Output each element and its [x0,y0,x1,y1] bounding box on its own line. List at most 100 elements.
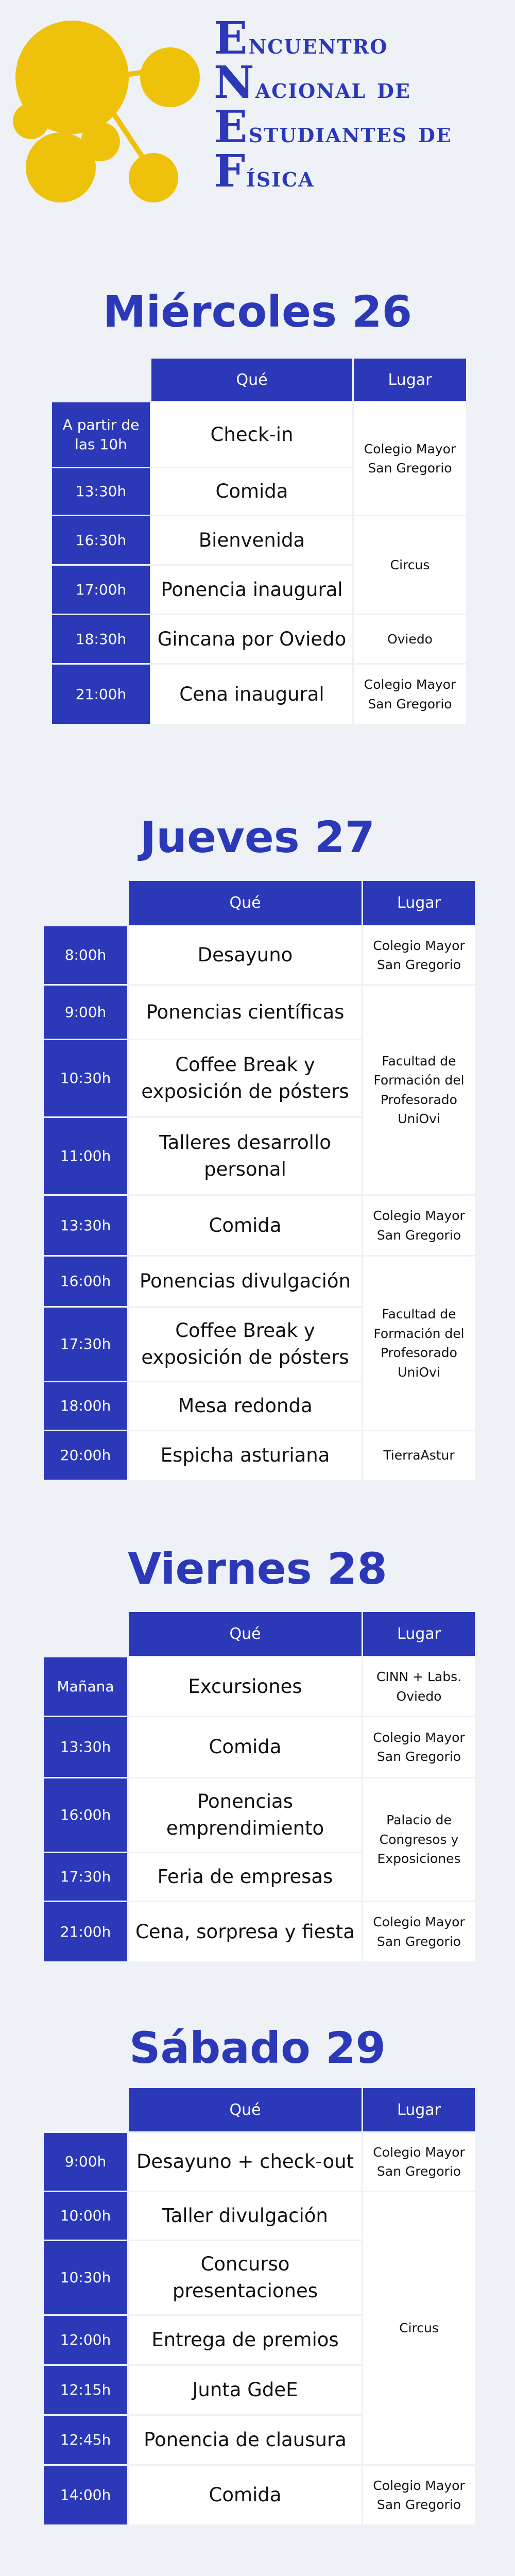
row-activity: Ponencias divulgación [129,1257,362,1306]
header-what: Qué [151,359,352,401]
row-activity: Junta GdeE [129,2366,362,2414]
row-activity: Check-in [151,402,352,467]
row-time: 12:15h [44,2366,127,2414]
row-time: A partir de las 10h [52,402,150,467]
row-activity: Desayuno [129,926,362,984]
row-time: 17:30h [44,1308,127,1381]
row-time: 10:30h [44,1040,127,1116]
row-location: Colegio Mayor San Gregorio [363,926,475,984]
schedule-table-viernes: Qué Lugar Mañana Excursiones CINN + Labs… [42,1611,476,1963]
day-title-sabado: Sábado 29 [129,2023,386,2073]
row-time: 20:00h [44,1431,127,1480]
row-time: 14:00h [44,2466,127,2524]
row-activity: Ponencia de clausura [129,2416,362,2464]
row-location: Colegio Mayor San Gregorio [363,1717,475,1777]
row-location: Colegio Mayor San Gregorio [354,402,466,515]
row-location: CINN + Labs. Oviedo [363,1657,475,1716]
row-location: Oviedo [354,615,466,663]
row-activity: Comida [129,1196,362,1255]
row-activity: Concurso presentaciones [129,2241,362,2314]
logo-atom-right [140,47,200,107]
row-activity: Coffee Break y exposición de pósters [129,1040,362,1116]
logo-atom-bottom-left [26,132,96,202]
row-time: 12:45h [44,2416,127,2464]
row-time: 8:00h [44,926,127,984]
row-location: Facultad de Formación del Profesorado Un… [363,986,475,1194]
row-time: 21:00h [44,1902,127,1961]
row-activity: Taller divulgación [129,2192,362,2240]
schedule-table-miercoles: Qué Lugar A partir de las 10h Check-in C… [50,357,468,725]
row-location: Colegio Mayor San Gregorio [363,1196,475,1255]
row-location: Circus [354,516,466,614]
row-time: 16:00h [44,1778,127,1852]
row-time: 13:30h [44,1196,127,1255]
row-activity: Comida [151,468,352,515]
row-activity: Feria de empresas [129,1853,362,1901]
row-activity: Ponencia inaugural [151,566,352,614]
row-location: Colegio Mayor San Gregorio [363,2466,475,2524]
schedule-table-jueves: Qué Lugar 8:00h Desayuno Colegio Mayor S… [42,879,476,1481]
row-activity: Comida [129,1717,362,1777]
row-location: Colegio Mayor San Gregorio [363,2133,475,2191]
day-title-miercoles: Miércoles 26 [102,286,413,337]
header-blank [44,1612,127,1656]
row-time: 16:00h [44,1257,127,1306]
row-activity: Gincana por Oviedo [151,615,352,663]
row-activity: Espicha asturiana [129,1431,362,1480]
header-where: Lugar [354,359,466,401]
row-time: 12:00h [44,2316,127,2364]
title-line-1: Encuentro [214,12,388,64]
header-where: Lugar [363,1612,475,1656]
row-time: 18:30h [52,615,150,663]
header-what: Qué [129,2088,362,2131]
header-what: Qué [129,881,362,925]
row-location: Colegio Mayor San Gregorio [363,1902,475,1961]
row-time: 13:30h [52,468,150,515]
header-blank [44,2088,127,2131]
logo-atom-left [13,103,49,139]
header-blank [44,881,127,925]
logo-atom-bottom-right [129,153,178,202]
row-time: 10:30h [44,2241,127,2314]
row-time: Mañana [44,1657,127,1716]
row-location: Circus [363,2192,475,2464]
row-location: TierraAstur [363,1431,475,1480]
schedule-table-sabado: Qué Lugar 9:00h Desayuno + check-out Col… [42,2087,476,2526]
row-time: 9:00h [44,986,127,1039]
row-activity: Comida [129,2466,362,2524]
row-activity: Coffee Break y exposición de pósters [129,1308,362,1381]
row-time: 21:00h [52,665,150,724]
row-location: Colegio Mayor San Gregorio [354,665,466,724]
title-line-4: Física [214,145,315,197]
title-line-3: Estudiantes de [214,101,452,153]
row-activity: Ponencias científicas [129,986,362,1039]
molecule-logo-icon [13,21,200,202]
row-time: 9:00h [44,2133,127,2191]
title-line-2: Nacional de [214,57,411,109]
row-time: 11:00h [44,1118,127,1194]
row-activity: Talleres desarrollo personal [129,1118,362,1194]
day-title-jueves: Jueves 27 [140,812,375,862]
header-where: Lugar [363,2088,475,2131]
row-activity: Excursiones [129,1657,362,1716]
row-activity: Cena, sorpresa y fiesta [129,1902,362,1961]
row-time: 18:00h [44,1382,127,1430]
header-what: Qué [129,1612,362,1656]
row-location: Facultad de Formación del Profesorado Un… [363,1257,475,1430]
row-time: 16:30h [52,516,150,564]
row-time: 17:00h [52,566,150,614]
row-time: 13:30h [44,1717,127,1777]
row-time: 10:00h [44,2192,127,2240]
day-title-viernes: Viernes 28 [128,1544,387,1594]
row-activity: Entrega de premios [129,2316,362,2364]
event-title: Encuentro Nacional de Estudiantes de Fís… [214,16,512,194]
row-activity: Cena inaugural [151,665,352,724]
row-activity: Bienvenida [151,516,352,564]
header-where: Lugar [363,881,475,925]
header-blank [52,359,150,401]
row-activity: Mesa redonda [129,1382,362,1430]
row-activity: Desayuno + check-out [129,2133,362,2191]
row-time: 17:30h [44,1853,127,1901]
row-location: Palacio de Congresos y Exposiciones [363,1778,475,1901]
row-activity: Ponencias emprendimiento [129,1778,362,1852]
